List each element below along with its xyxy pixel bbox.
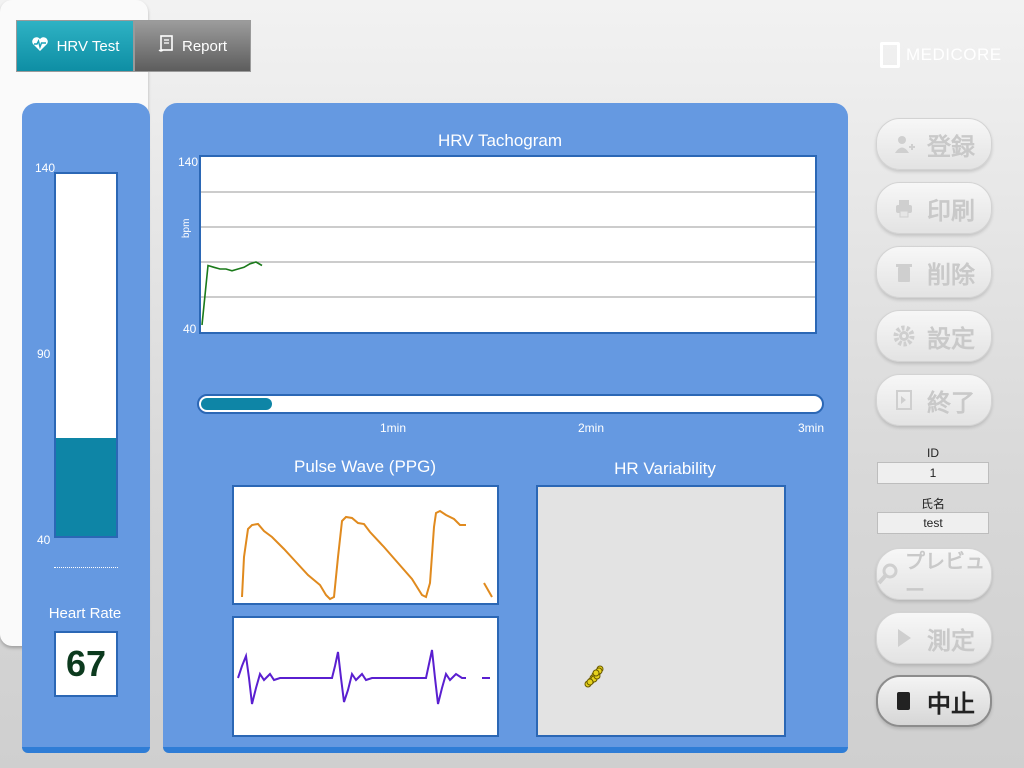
tachogram-ymax: 140 <box>178 155 199 169</box>
patient-name-label: 氏名 <box>920 497 945 511</box>
heart-rate-gauge <box>54 172 118 538</box>
measure-button[interactable]: 測定 <box>876 612 992 664</box>
tachogram-svg <box>201 191 815 326</box>
trash-icon <box>893 261 915 283</box>
heart-rate-value: 67 <box>54 631 118 697</box>
progress-tick-2min: 2min <box>578 421 605 435</box>
preview-button[interactable]: プレビュー <box>876 548 992 602</box>
document-icon <box>158 35 174 57</box>
tachogram-title: HRV Tachogram <box>437 131 563 150</box>
heart-rate-gauge-fill <box>56 438 116 536</box>
play-icon <box>893 627 915 649</box>
pulse-wave-title: Pulse Wave (PPG) <box>293 457 437 476</box>
poincare-scatter <box>584 665 604 688</box>
exit-button[interactable]: 終了 <box>876 374 992 426</box>
patient-id-label: ID <box>927 446 939 460</box>
measurement-progress-bar <box>197 394 824 414</box>
patient-id-field[interactable]: 1 <box>877 462 989 484</box>
gauge-mid-label: 90 <box>37 347 51 361</box>
tab-label: Report <box>181 37 228 55</box>
printer-icon <box>893 197 915 219</box>
print-button[interactable]: 印刷 <box>876 182 992 234</box>
patient-name-field[interactable]: test <box>877 512 989 534</box>
register-label: 登録 <box>927 133 975 161</box>
gauge-max-label: 140 <box>35 161 56 175</box>
heart-rate-title: Heart Rate <box>48 605 122 622</box>
pulse-wave-chart <box>232 485 499 605</box>
ecg-waveform-chart <box>232 616 499 737</box>
brand-name: MEDICORE <box>906 45 1002 64</box>
gauge-min-label: 40 <box>37 533 51 547</box>
settings-label: 設定 <box>927 325 975 353</box>
magnifier-icon <box>877 563 899 585</box>
tachogram-line <box>201 261 263 326</box>
settings-button[interactable]: 設定 <box>876 310 992 362</box>
register-button[interactable]: 登録 <box>876 118 992 170</box>
tab-hrv-test[interactable]: HRV Test <box>16 20 134 72</box>
stop-button[interactable]: 中止 <box>876 675 992 727</box>
ecg-waveform <box>237 649 490 705</box>
brand-logo: MEDICORE <box>880 42 1002 68</box>
gear-icon <box>893 325 915 347</box>
progress-tick-1min: 1min <box>380 421 407 435</box>
tachogram-ymin: 40 <box>183 322 197 336</box>
stop-label: 中止 <box>927 690 975 718</box>
tachogram-ylabel: bpm <box>181 218 192 238</box>
stop-icon <box>893 690 915 712</box>
logo-icon <box>880 42 900 68</box>
measure-label: 測定 <box>927 627 975 655</box>
hr-variability-title: HR Variability <box>614 459 716 478</box>
tab-report[interactable]: Report <box>134 20 251 72</box>
exit-label: 終了 <box>927 389 975 417</box>
heart-pulse-icon <box>31 36 49 56</box>
ppg-waveform <box>241 509 493 601</box>
user-add-icon <box>893 133 915 155</box>
progress-tick-3min: 3min <box>798 421 825 435</box>
print-label: 印刷 <box>927 197 975 225</box>
divider <box>54 567 118 568</box>
delete-button[interactable]: 削除 <box>876 246 992 298</box>
tachogram-chart <box>199 155 817 334</box>
tab-label: HRV Test <box>56 37 120 55</box>
hr-variability-plot <box>536 485 786 737</box>
preview-label: プレビュー <box>905 551 985 602</box>
delete-label: 削除 <box>927 261 975 289</box>
exit-icon <box>893 389 915 411</box>
progress-fill <box>201 398 272 410</box>
